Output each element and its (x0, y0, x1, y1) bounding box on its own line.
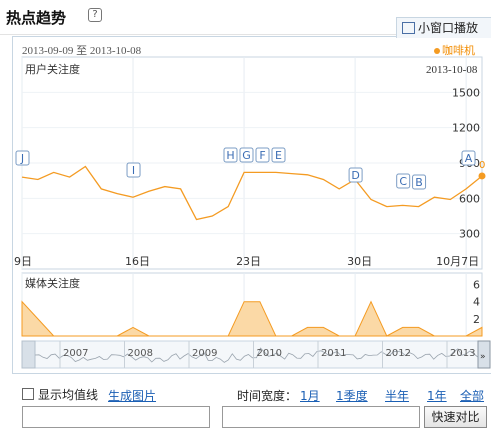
event-marker-label: A (465, 152, 473, 165)
x-tick-label: 9日 (14, 255, 32, 268)
main-chart-label: 用户关注度 (25, 62, 80, 76)
navigator-left-handle[interactable] (21, 340, 36, 369)
x-tick-label: 10月7日 (436, 255, 479, 268)
media-y-tick-label: 4 (473, 296, 480, 309)
generate-image-link[interactable]: 生成图片 (108, 387, 156, 404)
event-marker-label: H (226, 149, 234, 162)
event-marker-a[interactable]: A (461, 150, 476, 166)
compare-keyword-input-2[interactable] (222, 406, 420, 428)
media-y-tick-label: 6 (473, 279, 480, 292)
current-value-label: 0 (479, 160, 485, 171)
navigator-year-label: 2011 (321, 348, 346, 359)
x-tick-label: 16日 (125, 255, 150, 268)
y-tick-label: 600 (459, 192, 480, 205)
x-tick-label: 30日 (347, 255, 372, 268)
time-option-1-month[interactable]: 1月 (300, 387, 320, 404)
media-chart-label: 媒体关注度 (25, 276, 80, 290)
time-option-quarter[interactable]: 1季度 (336, 387, 368, 404)
event-marker-b[interactable]: B (412, 174, 427, 190)
time-option-1-year[interactable]: 1年 (427, 387, 447, 404)
compare-keyword-input-1[interactable] (22, 406, 210, 428)
event-marker-d[interactable]: D (348, 167, 363, 183)
y-tick-label: 1500 (452, 86, 480, 99)
time-width-label: 时间宽度： (237, 389, 298, 403)
moving-average-checkbox[interactable] (22, 388, 34, 400)
trend-chart[interactable]: 用户关注度 2013-10-08 15001200900600300 9日16日… (0, 0, 491, 436)
event-marker-label: D (351, 169, 359, 182)
navigator-arrows-icon: » (480, 352, 486, 362)
navigator-year-label: 2010 (257, 348, 282, 359)
media-y-ticks: 6 4 2 (473, 279, 480, 326)
time-option-half-year[interactable]: 半年 (385, 387, 409, 404)
navigator-year-label: 2007 (63, 348, 88, 359)
event-marker-label: F (259, 149, 265, 162)
y-tick-label: 1200 (452, 122, 480, 135)
current-point-dot (478, 172, 486, 180)
event-marker-label: G (242, 149, 251, 162)
navigator-year-label: 2013 (450, 348, 475, 359)
event-marker-label: E (275, 149, 282, 162)
navigator-year-label: 2008 (128, 348, 153, 359)
event-marker-f[interactable]: F (255, 147, 270, 163)
event-marker-i[interactable]: I (126, 162, 141, 178)
event-marker-g[interactable]: G (239, 147, 254, 163)
y-tick-label: 300 (459, 228, 480, 241)
event-marker-label: C (399, 175, 407, 188)
event-marker-label: J (20, 152, 24, 165)
event-marker-label: I (132, 164, 135, 177)
event-marker-c[interactable]: C (396, 173, 411, 189)
quick-compare-button[interactable]: 快速对比 (424, 406, 487, 428)
media-y-tick-label: 2 (473, 313, 480, 326)
navigator-year-label: 2012 (386, 348, 411, 359)
event-marker-j[interactable]: J (15, 150, 30, 166)
event-marker-e[interactable]: E (271, 147, 286, 163)
event-marker-h[interactable]: H (223, 147, 238, 163)
navigator-year-label: 2009 (192, 348, 217, 359)
time-option-all[interactable]: 全部 (460, 387, 484, 404)
main-chart-date: 2013-10-08 (426, 64, 478, 76)
x-tick-label: 23日 (236, 255, 261, 268)
moving-average-label: 显示均值线 (38, 388, 99, 402)
event-marker-label: B (415, 176, 423, 189)
